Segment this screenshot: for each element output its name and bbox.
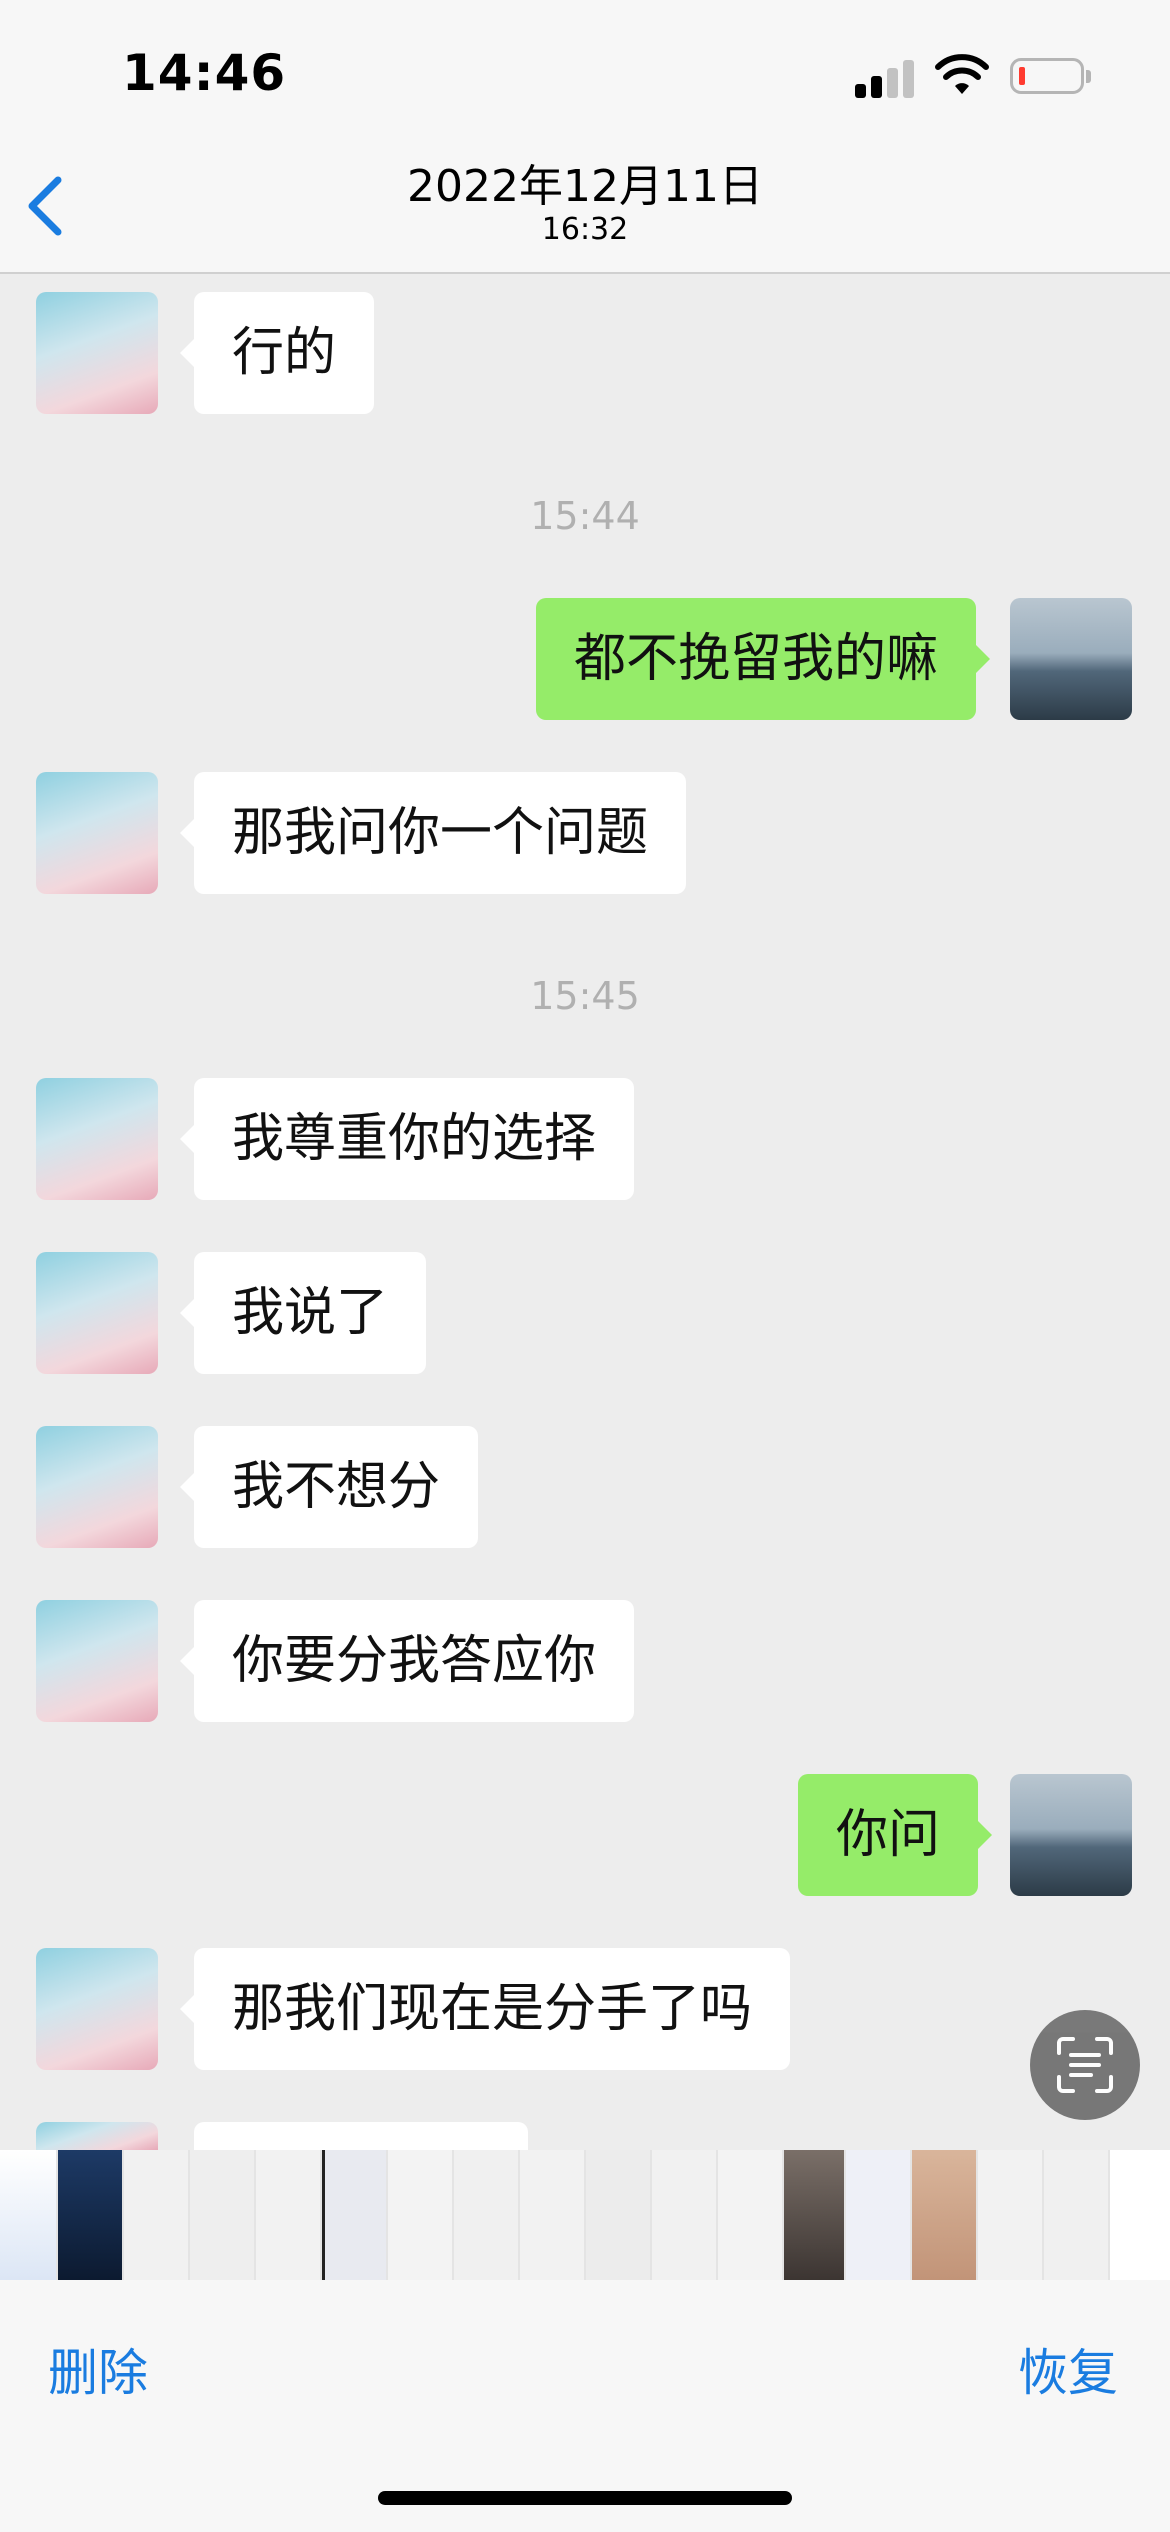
contact-avatar[interactable] bbox=[36, 1948, 158, 2070]
user-avatar[interactable] bbox=[1010, 598, 1132, 720]
home-indicator[interactable] bbox=[378, 2491, 792, 2505]
thumbnail[interactable] bbox=[190, 2150, 256, 2280]
incoming-message-bubble[interactable]: 我不想分 bbox=[179, 1426, 479, 1548]
thumbnail[interactable] bbox=[784, 2150, 846, 2280]
contact-avatar[interactable] bbox=[36, 292, 158, 414]
delete-button[interactable]: 删除 bbox=[48, 2333, 148, 2405]
thumbnail[interactable] bbox=[256, 2150, 322, 2280]
thumbnail[interactable] bbox=[454, 2150, 520, 2280]
message-timestamp: 15:45 bbox=[530, 974, 640, 1018]
thumbnail[interactable] bbox=[912, 2150, 978, 2280]
thumbnail[interactable] bbox=[718, 2150, 784, 2280]
nav-subtitle-time: 16:32 bbox=[541, 212, 629, 247]
text-scan-button[interactable] bbox=[1030, 2010, 1140, 2120]
status-time: 14:46 bbox=[122, 44, 287, 102]
nav-title-date: 2022年12月11日 bbox=[407, 161, 763, 212]
contact-avatar[interactable] bbox=[36, 1252, 158, 1374]
thumbnail[interactable] bbox=[388, 2150, 454, 2280]
top-bar: 14:46 2022年12月11日 16:32 bbox=[0, 0, 1170, 274]
contact-avatar[interactable] bbox=[36, 1600, 158, 1722]
incoming-message-bubble[interactable]: 那我们现在是分手了吗 bbox=[179, 1948, 791, 2070]
thumbnail[interactable] bbox=[58, 2150, 124, 2280]
thumbnail[interactable] bbox=[978, 2150, 1044, 2280]
thumbnail-strip[interactable] bbox=[0, 2150, 1170, 2280]
incoming-message-bubble[interactable]: 我尊重你的选择 bbox=[179, 1078, 635, 1200]
thumbnail[interactable] bbox=[1110, 2150, 1170, 2280]
contact-avatar[interactable] bbox=[36, 1078, 158, 1200]
thumbnail[interactable] bbox=[1044, 2150, 1110, 2280]
outgoing-message-bubble[interactable]: 你问 bbox=[798, 1774, 993, 1896]
thumbnail[interactable] bbox=[322, 2150, 388, 2280]
thumbnail[interactable] bbox=[652, 2150, 718, 2280]
incoming-message-bubble[interactable]: 我说了 bbox=[179, 1252, 427, 1374]
text-scan-icon bbox=[1057, 2037, 1113, 2093]
outgoing-message-bubble[interactable]: 都不挽留我的嘛 bbox=[536, 598, 991, 720]
cellular-signal-icon bbox=[855, 58, 915, 98]
battery-low-icon bbox=[1010, 58, 1091, 94]
contact-avatar[interactable] bbox=[36, 1426, 158, 1548]
battery-level bbox=[1019, 67, 1025, 85]
thumbnail[interactable] bbox=[586, 2150, 652, 2280]
wifi-icon bbox=[935, 54, 989, 94]
user-avatar[interactable] bbox=[1010, 1774, 1132, 1896]
contact-avatar[interactable] bbox=[36, 2122, 158, 2150]
incoming-message-bubble[interactable]: 你要分我答应你 bbox=[179, 1600, 635, 1722]
thumbnail[interactable] bbox=[124, 2150, 190, 2280]
incoming-message-bubble[interactable] bbox=[194, 2122, 528, 2150]
contact-avatar[interactable] bbox=[36, 772, 158, 894]
thumbnail[interactable] bbox=[0, 2150, 58, 2280]
thumbnail[interactable] bbox=[846, 2150, 912, 2280]
restore-button[interactable]: 恢复 bbox=[1018, 2333, 1118, 2405]
incoming-message-bubble[interactable]: 那我问你一个问题 bbox=[179, 772, 687, 894]
thumbnail[interactable] bbox=[520, 2150, 586, 2280]
incoming-message-bubble[interactable]: 行的 bbox=[179, 292, 375, 414]
message-timestamp: 15:44 bbox=[530, 494, 640, 538]
